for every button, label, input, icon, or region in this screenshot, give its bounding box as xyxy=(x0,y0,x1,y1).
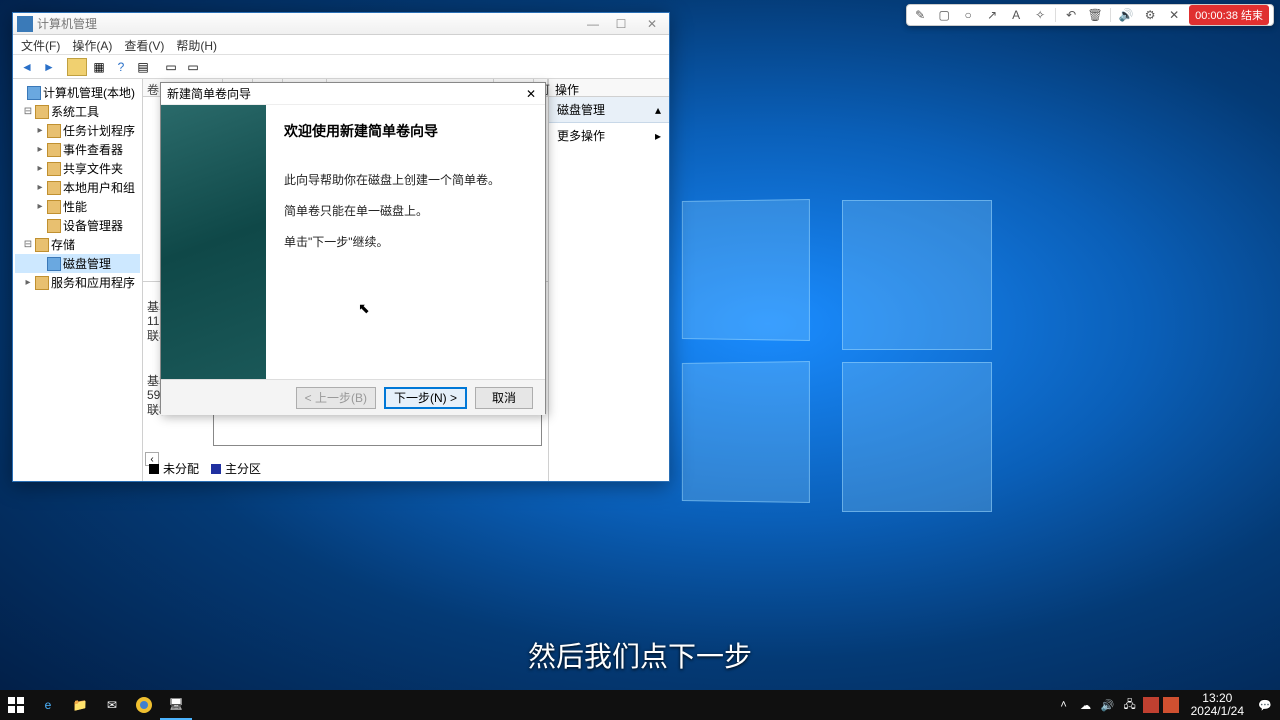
taskbar-clock[interactable]: 13:202024/1/24 xyxy=(1183,692,1252,718)
tool-icon[interactable] xyxy=(67,58,87,76)
text-icon[interactable]: A xyxy=(1007,6,1025,24)
wizard-heading: 欢迎使用新建简单卷向导 xyxy=(284,121,527,141)
disk-bar[interactable] xyxy=(213,410,542,446)
tool-icon[interactable]: ? xyxy=(111,58,131,76)
settings-icon[interactable]: ⚙ xyxy=(1141,6,1159,24)
menu-view[interactable]: 查看(V) xyxy=(124,37,164,52)
tool-icon[interactable]: ▤ xyxy=(133,58,153,76)
wizard-titlebar[interactable]: 新建简单卷向导 ✕ xyxy=(161,83,545,105)
wizard-buttons: < 上一步(B) 下一步(N) > 取消 xyxy=(161,379,545,415)
forward-icon[interactable]: ► xyxy=(39,58,59,76)
close-recorder-icon[interactable]: ✕ xyxy=(1165,6,1183,24)
maximize-button[interactable]: ☐ xyxy=(607,14,635,34)
tree-disk-mgmt[interactable]: 磁盘管理 xyxy=(63,255,111,272)
legend: 未分配 主分区 xyxy=(149,460,261,477)
menu-help[interactable]: 帮助(H) xyxy=(176,37,217,52)
tree-task-scheduler[interactable]: 任务计划程序 xyxy=(63,122,135,139)
arrow-icon[interactable]: ↗ xyxy=(983,6,1001,24)
tree-pane: 计算机管理(本地) ⊟系统工具 ▸任务计划程序 ▸事件查看器 ▸共享文件夹 ▸本… xyxy=(13,79,143,481)
screen-recorder-toolbar: ✎ ▢ ○ ↗ A ✧ ↶ 🗑 🔊 ⚙ ✕ 00:00:38 结束 xyxy=(906,4,1274,26)
back-icon[interactable]: ◄ xyxy=(17,58,37,76)
window-title: 计算机管理 xyxy=(37,15,579,32)
chrome-icon[interactable] xyxy=(128,690,160,720)
explorer-icon[interactable]: 📁 xyxy=(64,690,96,720)
rect-icon[interactable]: ▢ xyxy=(935,6,953,24)
wizard-text: 单击"下一步"继续。 xyxy=(284,233,527,250)
tree-storage[interactable]: 存储 xyxy=(51,236,75,253)
mail-icon[interactable]: ✉ xyxy=(96,690,128,720)
tray-up-icon[interactable]: ˄ xyxy=(1055,696,1073,714)
circle-icon[interactable]: ○ xyxy=(959,6,977,24)
wizard-close-icon[interactable]: ✕ xyxy=(523,86,539,102)
start-button[interactable] xyxy=(0,690,32,720)
wizard-text: 此向导帮助你在磁盘上创建一个简单卷。 xyxy=(284,171,527,188)
tray-volume-icon[interactable]: 🔊 xyxy=(1099,696,1117,714)
actions-title[interactable]: 磁盘管理▴ xyxy=(549,97,669,123)
titlebar[interactable]: 计算机管理 — ☐ ✕ xyxy=(13,13,669,35)
legend-primary: 主分区 xyxy=(225,460,261,477)
wizard-sidebar-graphic xyxy=(161,105,266,379)
highlight-icon[interactable]: ✧ xyxy=(1031,6,1049,24)
edge-icon[interactable]: e xyxy=(32,690,64,720)
legend-unallocated: 未分配 xyxy=(163,460,199,477)
tree-performance[interactable]: 性能 xyxy=(63,198,87,215)
tray-security-icon[interactable] xyxy=(1163,697,1179,713)
arrow-right-icon: ▸ xyxy=(655,129,661,143)
actions-pane: 操作 磁盘管理▴ 更多操作▸ xyxy=(549,79,669,481)
tree-device-mgr[interactable]: 设备管理器 xyxy=(63,217,123,234)
menu-file[interactable]: 文件(F) xyxy=(21,37,60,52)
taskbar: e 📁 ✉ 🖥 ˄ ☁ 🔊 🖧 13:202024/1/24 💬 xyxy=(0,690,1280,720)
toolbar: ◄ ► ▦ ? ▤ ▭ ▭ xyxy=(13,55,669,79)
tree-shared-folders[interactable]: 共享文件夹 xyxy=(63,160,123,177)
menubar: 文件(F) 操作(A) 查看(V) 帮助(H) xyxy=(13,35,669,55)
recording-timer[interactable]: 00:00:38 结束 xyxy=(1189,5,1269,25)
pen-icon[interactable]: ✎ xyxy=(911,6,929,24)
wizard-content: 欢迎使用新建简单卷向导 此向导帮助你在磁盘上创建一个简单卷。 简单卷只能在单一磁… xyxy=(266,105,545,379)
cancel-button[interactable]: 取消 xyxy=(475,387,533,409)
wizard-text: 简单卷只能在单一磁盘上。 xyxy=(284,202,527,219)
audio-icon[interactable]: 🔊 xyxy=(1117,6,1135,24)
wizard-title: 新建简单卷向导 xyxy=(167,85,523,102)
new-volume-wizard: 新建简单卷向导 ✕ 欢迎使用新建简单卷向导 此向导帮助你在磁盘上创建一个简单卷。… xyxy=(160,82,546,414)
notifications-icon[interactable]: 💬 xyxy=(1256,696,1274,714)
tree-event-viewer[interactable]: 事件查看器 xyxy=(63,141,123,158)
delete-icon[interactable]: 🗑 xyxy=(1086,6,1104,24)
app-icon xyxy=(17,16,33,32)
back-button: < 上一步(B) xyxy=(296,387,376,409)
actions-header: 操作 xyxy=(549,79,669,97)
close-button[interactable]: ✕ xyxy=(635,14,669,34)
tray-cloud-icon[interactable]: ☁ xyxy=(1077,696,1095,714)
task-computer-management[interactable]: 🖥 xyxy=(160,690,192,720)
windows-logo-graphic xyxy=(680,200,992,512)
tree-local-users[interactable]: 本地用户和组 xyxy=(63,179,135,196)
collapse-icon: ▴ xyxy=(655,103,661,117)
more-actions[interactable]: 更多操作▸ xyxy=(549,123,669,148)
video-subtitle: 然后我们点下一步 xyxy=(528,635,752,675)
tree-services[interactable]: 服务和应用程序 xyxy=(51,274,135,291)
undo-icon[interactable]: ↶ xyxy=(1062,6,1080,24)
tool-icon[interactable]: ▭ xyxy=(183,58,203,76)
tree-system-tools[interactable]: 系统工具 xyxy=(51,103,99,120)
minimize-button[interactable]: — xyxy=(579,14,607,34)
next-button[interactable]: 下一步(N) > xyxy=(384,387,467,409)
mouse-cursor-icon: ⬉ xyxy=(358,300,370,317)
tray-network-icon[interactable]: 🖧 xyxy=(1121,696,1139,714)
tool-icon[interactable]: ▦ xyxy=(89,58,109,76)
menu-action[interactable]: 操作(A) xyxy=(72,37,112,52)
tree-root[interactable]: 计算机管理(本地) xyxy=(43,84,135,101)
tool-icon[interactable]: ▭ xyxy=(161,58,181,76)
tray-ime-icon[interactable] xyxy=(1143,697,1159,713)
